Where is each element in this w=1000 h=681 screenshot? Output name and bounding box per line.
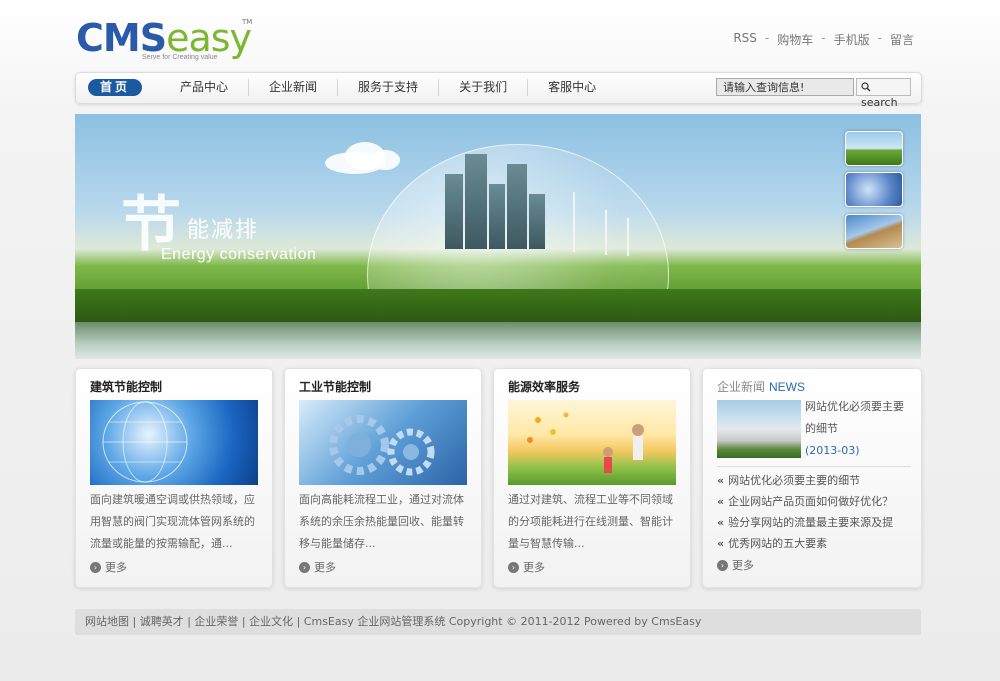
more-link[interactable]: › 更多 [508, 559, 545, 575]
more-link[interactable]: › 更多 [90, 559, 127, 575]
top-links: RSS - 购物车 - 手机版 - 留言 [733, 31, 914, 48]
double-chevron-icon: « [717, 516, 725, 529]
card-text: 通过对建筑、流程工业等不同领域的分项能耗进行在线测量、智能计量与智慧传输... [508, 493, 673, 550]
news-image[interactable] [717, 400, 801, 458]
separator: - [764, 31, 770, 45]
message-link[interactable]: 留言 [890, 31, 914, 48]
rss-link[interactable]: RSS [733, 31, 757, 48]
card-industrial-energy: 工业节能控制 面向高能耗流程工业，通过对流体系统的余压余热能量回收、能量转移与能… [284, 368, 482, 588]
building-shape [445, 174, 463, 249]
arrow-right-icon: › [717, 559, 728, 571]
globe-grid-icon [102, 401, 188, 483]
building-shape [507, 164, 527, 249]
more-label: 更多 [314, 561, 336, 574]
banner-thumb-1[interactable] [845, 131, 903, 166]
double-chevron-icon: « [717, 474, 725, 487]
separator: - [821, 31, 826, 45]
news-headline-text: 网站优化必须要主要的细节 [805, 400, 904, 435]
divider [717, 466, 911, 467]
nav-item-service[interactable]: 服务于支持 [338, 79, 440, 96]
news-headline[interactable]: 网站优化必须要主要的细节 (2013-03) [805, 396, 909, 462]
wind-turbine [605, 210, 607, 255]
card-image-gears[interactable] [299, 400, 467, 485]
hero-banner[interactable]: 节 能减排 Energy conservation [75, 114, 921, 359]
banner-thumb-2[interactable] [845, 172, 903, 207]
building-shape [465, 154, 487, 249]
news-item-text: 优秀网站的五大要素 [728, 537, 828, 550]
wind-turbine [627, 218, 629, 256]
search-button[interactable]: search [856, 78, 911, 109]
building-shape [489, 184, 505, 249]
nav-item-news[interactable]: 企业新闻 [249, 79, 339, 96]
building-shape [529, 194, 545, 249]
separator: - [877, 31, 882, 45]
news-list-item[interactable]: «优秀网站的五大要素 [717, 533, 893, 554]
news-list-item[interactable]: «网站优化必须要主要的细节 [717, 470, 893, 491]
news-title-cn: 企业新闻 [717, 380, 766, 394]
news-list: «网站优化必须要主要的细节 «企业网站产品页面如何做好优化？ «验分享网站的流量… [717, 470, 893, 554]
card-building-energy: 建筑节能控制 面向建筑暖通空调或供热领域，应用智慧的阀门实现流体管网系统的流量或… [75, 368, 273, 588]
cloud-shape [370, 150, 400, 170]
more-label: 更多 [732, 559, 754, 572]
news-list-item[interactable]: «验分享网站的流量最主要来源及提 [717, 512, 893, 533]
arrow-right-icon: › [90, 561, 101, 573]
news-date: (2013-03) [805, 444, 860, 457]
banner-title-small: 能减排 [187, 218, 260, 243]
card-text: 面向高能耗流程工业，通过对流体系统的余压余热能量回收、能量转移与能量储存... [299, 493, 464, 550]
nav-item-about[interactable]: 关于我们 [439, 79, 529, 96]
gears-icon [329, 415, 435, 476]
card-title[interactable]: 工业节能控制 [299, 378, 371, 395]
news-item-text: 网站优化必须要主要的细节 [728, 474, 861, 487]
logo-wordmark: CMSeasy [76, 18, 252, 58]
flowers-icon [527, 412, 644, 473]
news-item-text: 验分享网站的流量最主要来源及提 [728, 516, 894, 529]
logo-tm: TM [242, 18, 253, 26]
search-button-label: search [861, 96, 898, 109]
card-image-people[interactable] [508, 400, 676, 485]
news-title-en: NEWS [769, 380, 806, 394]
cart-link[interactable]: 购物车 [777, 31, 813, 48]
card-title[interactable]: 能源效率服务 [508, 378, 580, 395]
card-text: 面向建筑暖通空调或供热领域，应用智慧的阀门实现流体管网系统的流量或能量的按需输配… [90, 493, 255, 550]
banner-subtitle: Energy conservation [161, 246, 317, 263]
mobile-link[interactable]: 手机版 [834, 31, 870, 48]
double-chevron-icon: « [717, 495, 725, 508]
news-title: 企业新闻 NEWS [717, 378, 805, 395]
double-chevron-icon: « [717, 537, 725, 550]
card-image-globe[interactable] [90, 400, 258, 485]
river-water [75, 322, 921, 359]
search-icon [861, 82, 871, 92]
card-title[interactable]: 建筑节能控制 [90, 378, 162, 395]
footer: 网站地图 | 诚聘英才 | 企业荣誉 | 企业文化 | CmsEasy 企业网站… [75, 609, 921, 635]
news-list-item[interactable]: «企业网站产品页面如何做好优化？ [717, 491, 893, 512]
more-link[interactable]: › 更多 [717, 557, 754, 573]
logo-slogan: Serve for Creating value [142, 54, 218, 61]
nav-item-home[interactable]: 首页 [88, 79, 143, 96]
nav-item-support[interactable]: 客服中心 [528, 79, 616, 96]
card-energy-service: 能源效率服务 通过对建筑、流程工业等不同领域的分项能耗进行在线测量、智能计量与智… [493, 368, 691, 588]
news-panel: 企业新闻 NEWS 网站优化必须要主要的细节 (2013-03) «网站优化必须要主… [702, 368, 922, 588]
arrow-right-icon: › [508, 561, 519, 573]
banner-thumb-3[interactable] [845, 214, 903, 249]
nav-items: 首页 产品中心 企业新闻 服务于支持 关于我们 客服中心 [88, 79, 616, 96]
site-logo[interactable]: CMSeasy TM Serve for Creating value [76, 18, 276, 66]
search-input[interactable]: 请输入查询信息! [716, 78, 854, 96]
more-label: 更多 [523, 561, 545, 574]
more-link[interactable]: › 更多 [299, 559, 336, 575]
wind-turbine [573, 192, 575, 252]
arrow-right-icon: › [299, 561, 310, 573]
nav-item-products[interactable]: 产品中心 [160, 79, 250, 96]
more-label: 更多 [105, 561, 127, 574]
main-nav: 首页 产品中心 企业新闻 服务于支持 关于我们 客服中心 请输入查询信息! se… [75, 72, 922, 109]
news-item-text: 企业网站产品页面如何做好优化？ [728, 495, 894, 508]
